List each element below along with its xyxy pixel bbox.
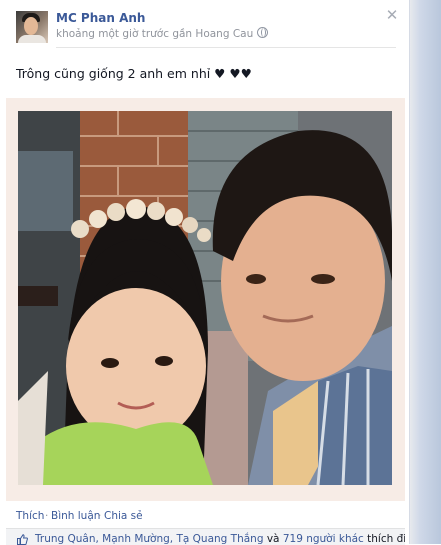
photo-illustration: [18, 111, 392, 485]
thumbs-up-icon: [17, 534, 28, 545]
author-name[interactable]: MC Phan Anh: [56, 11, 145, 25]
post-header: MC Phan Anh khoảng một giờ trước gần Hoa…: [0, 0, 409, 60]
header-divider: [56, 47, 396, 48]
share-button[interactable]: Chia sẻ: [104, 510, 143, 522]
close-icon[interactable]: ✕: [385, 8, 399, 23]
likes-others-link[interactable]: 719 người khác: [283, 533, 364, 545]
likes-suffix: thích điều: [367, 533, 405, 545]
comment-button[interactable]: Bình luận: [51, 510, 100, 522]
post-actions: Thích · Bình luận · Chia sẻ: [0, 505, 409, 527]
likes-text: Trung Quân, Mạnh Mường, Tạ Quang Thắng v…: [35, 533, 405, 545]
likers-names[interactable]: Trung Quân, Mạnh Mường, Tạ Quang Thắng: [35, 533, 263, 545]
author-avatar[interactable]: [16, 11, 48, 43]
action-separator: ·: [98, 510, 102, 522]
globe-icon[interactable]: [257, 27, 269, 38]
action-separator: ·: [45, 510, 49, 522]
avatar-shirt: [18, 35, 46, 43]
background-strip: [409, 0, 441, 544]
post-card: MC Phan Anh khoảng một giờ trước gần Hoa…: [0, 0, 410, 545]
post-timestamp-location[interactable]: khoảng một giờ trước gần Hoang Cau: [56, 28, 253, 40]
like-button[interactable]: Thích: [16, 510, 44, 522]
post-text: Trông cũng giống 2 anh em nhỉ ♥ ♥♥: [16, 66, 252, 81]
post-meta: khoảng một giờ trước gần Hoang Cau: [56, 27, 269, 40]
post-photo[interactable]: [18, 111, 392, 485]
likes-conjunction: và: [266, 533, 280, 545]
avatar-face: [24, 17, 38, 35]
likes-summary: Trung Quân, Mạnh Mường, Tạ Quang Thắng v…: [6, 528, 405, 545]
